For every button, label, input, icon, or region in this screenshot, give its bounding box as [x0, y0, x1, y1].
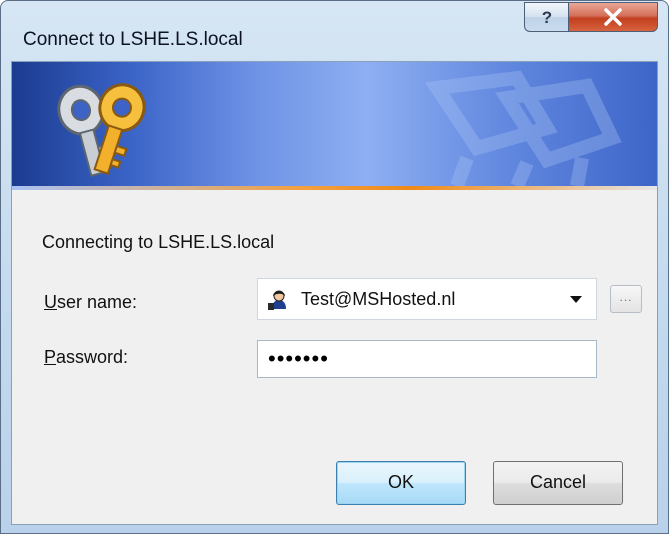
keys-watermark-icon — [424, 70, 622, 188]
connecting-text: Connecting to LSHE.LS.local — [42, 232, 275, 252]
login-dialog: Connect to LSHE.LS.local ? Connecting to… — [0, 0, 669, 534]
svg-text:?: ? — [541, 8, 551, 27]
browse-button[interactable]: ... — [610, 285, 642, 313]
dialog-body: Connecting to LSHE.LS.local User name: T… — [12, 190, 657, 524]
username-label-mnemonic: U — [44, 292, 57, 312]
keys-icon — [57, 83, 146, 177]
title-bar[interactable]: Connect to LSHE.LS.local ? — [1, 1, 668, 61]
username-value: Test@MSHosted.nl — [301, 289, 456, 309]
username-label-text: ser name: — [57, 292, 138, 312]
help-button[interactable]: ? — [524, 2, 568, 32]
dialog-client-area: Connecting to LSHE.LS.local User name: T… — [11, 61, 658, 525]
password-label-text: assword: — [56, 347, 129, 367]
title-buttons: ? — [524, 2, 658, 32]
cancel-button[interactable]: Cancel — [493, 461, 623, 505]
close-icon — [604, 8, 622, 26]
password-masked-value: ••••••• — [268, 346, 329, 371]
username-label: User name: — [44, 292, 137, 313]
banner — [12, 62, 657, 188]
username-combobox[interactable]: Test@MSHosted.nl — [257, 278, 597, 320]
close-button[interactable] — [568, 2, 658, 32]
password-label: Password: — [44, 347, 128, 368]
password-field[interactable]: ••••••• — [257, 340, 597, 378]
ok-button[interactable]: OK — [336, 461, 466, 505]
user-avatar-icon — [268, 288, 290, 310]
chevron-down-icon[interactable] — [570, 296, 582, 303]
help-icon: ? — [541, 8, 551, 27]
password-label-mnemonic: P — [44, 347, 57, 367]
window-title: Connect to LSHE.LS.local — [23, 29, 243, 50]
